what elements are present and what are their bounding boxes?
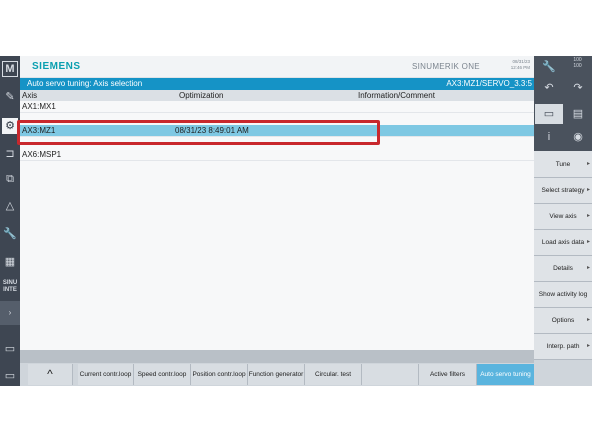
chevron-right-icon: ▸ [586,343,590,349]
softkey-load-axis-data[interactable]: Load axis data ▸ [534,230,592,256]
selection-highlight-box [17,120,380,145]
hmi-screen: M ✎ ⚙ ⊐ ⧉ △ 🔧 ▦ SINU INTE › ▭ ▭ SIEMENS S… [0,56,592,386]
expand-arrow-icon[interactable]: › [2,305,18,321]
sinumerik-integrate-icon[interactable]: SINU INTE [2,280,18,296]
softkey-interp-path[interactable]: Interp. path ▸ [534,334,592,360]
left-icon-bar: M ✎ ⚙ ⊐ ⧉ △ 🔧 ▦ SINU INTE › ▭ ▭ [0,56,20,386]
warning-icon[interactable]: △ [2,198,18,214]
datetime: 08/31/23 12:46 PM [510,59,530,71]
chevron-right-icon: ▸ [586,213,590,219]
chevron-right-icon: ▸ [586,317,590,323]
softkey-label: Select strategy [541,187,585,194]
monitor-icon[interactable]: ▭ [2,341,18,357]
softkey-label: View axis [549,213,577,220]
copy-icon[interactable]: ⧉ [2,171,18,187]
softkey-function-generator[interactable]: Function generator [248,364,305,385]
sinumerik-brand: SINUMERIK ONE [412,62,480,71]
softkey-options[interactable]: Options ▸ [534,308,592,334]
program-manager-icon[interactable]: ▦ [2,254,18,270]
table-row[interactable]: AX6:MSP1 [20,149,534,161]
softkey-speed-contr-loop[interactable]: Speed contr.loop [134,364,191,385]
machine-icon[interactable]: M [2,61,18,77]
undo-icon[interactable]: ↶ [535,78,563,98]
axis-table: Axis Optimization Information/Comment AX… [17,90,534,350]
table-row[interactable]: AX1:MX1 [20,101,534,113]
softkey-details[interactable]: Details ▸ [534,256,592,282]
softkey-show-activity-log[interactable]: Show activity log [534,282,592,308]
siemens-logo: SIEMENS [32,61,81,72]
edit-icon[interactable]: ✎ [2,89,18,105]
softkey-label: Details [553,265,573,272]
recall-up-button[interactable]: ^ [28,364,73,385]
softkey-tune[interactable]: Tune ▸ [534,152,592,178]
screen-icon[interactable]: ▭ [2,368,18,384]
chevron-right-icon: ▸ [586,265,590,271]
softkey-current-contr-loop[interactable]: Current contr.loop [78,364,134,385]
info-icon[interactable]: i [535,127,563,147]
softkey-auto-servo-tuning[interactable]: Auto servo tuning [477,364,535,385]
title-bar: Auto servo tuning: Axis selection AX3:MZ… [20,78,534,90]
camera-icon[interactable]: ◉ [564,127,592,147]
horizontal-softkey-bar: ^ Current contr.loop Speed contr.loop Po… [20,363,535,386]
calculator-icon[interactable]: ▤ [564,104,592,124]
column-header-optimization: Optimization [177,90,357,101]
status-strip [20,350,534,363]
softkey-circular-test[interactable]: Circular. test [305,364,362,385]
header-bar: SIEMENS SINUMERIK ONE 08/31/23 12:46 PM [20,56,534,77]
time: 12:46 PM [510,65,530,70]
softkey-label: Interp. path [546,343,580,350]
axis-path: AX3:MZ1/SERVO_3.3:5 [446,79,532,88]
wrench-icon[interactable]: 🔧 [535,57,563,77]
softkey-label: Load axis data [541,239,585,246]
redo-icon[interactable]: ↷ [564,78,592,98]
chevron-right-icon: ▸ [586,161,590,167]
override-value-2: 100 [573,63,582,69]
column-header-information: Information/Comment [356,90,534,101]
wrench-icon[interactable]: 🔧 [2,226,18,242]
window-view-icon[interactable]: ▭ [535,104,563,124]
right-view-panel: ▭ ▤ i ◉ [534,103,592,151]
column-header-axis: Axis [20,90,178,101]
axis-cell: AX6:MSP1 [22,150,62,159]
chevron-right-icon: ▸ [586,187,590,193]
softkey-active-filters[interactable]: Active filters [419,364,477,385]
softkey-position-contr-loop[interactable]: Position contr.loop [191,364,248,385]
table-row-selected[interactable]: AX3:MZ1 08/31/23 8:49:01 AM [17,120,534,145]
program-fold-icon[interactable]: ⊐ [2,146,18,162]
override-indicator: 100 100 [564,57,591,69]
softkey-label: Options [551,317,575,324]
softkey-label: Tune [555,161,571,168]
chevron-right-icon: ▸ [586,239,590,245]
softkey-view-axis[interactable]: View axis ▸ [534,204,592,230]
softkey-empty[interactable] [362,364,419,385]
vertical-softkey-bar: Tune ▸ Select strategy ▸ View axis ▸ Load a… [534,152,592,386]
page-title: Auto servo tuning: Axis selection [27,79,143,88]
parameter-gear-icon[interactable]: ⚙ [2,118,18,134]
axis-cell: AX1:MX1 [22,102,56,111]
softkey-select-strategy[interactable]: Select strategy ▸ [534,178,592,204]
softkey-label: Show activity log [538,291,588,298]
